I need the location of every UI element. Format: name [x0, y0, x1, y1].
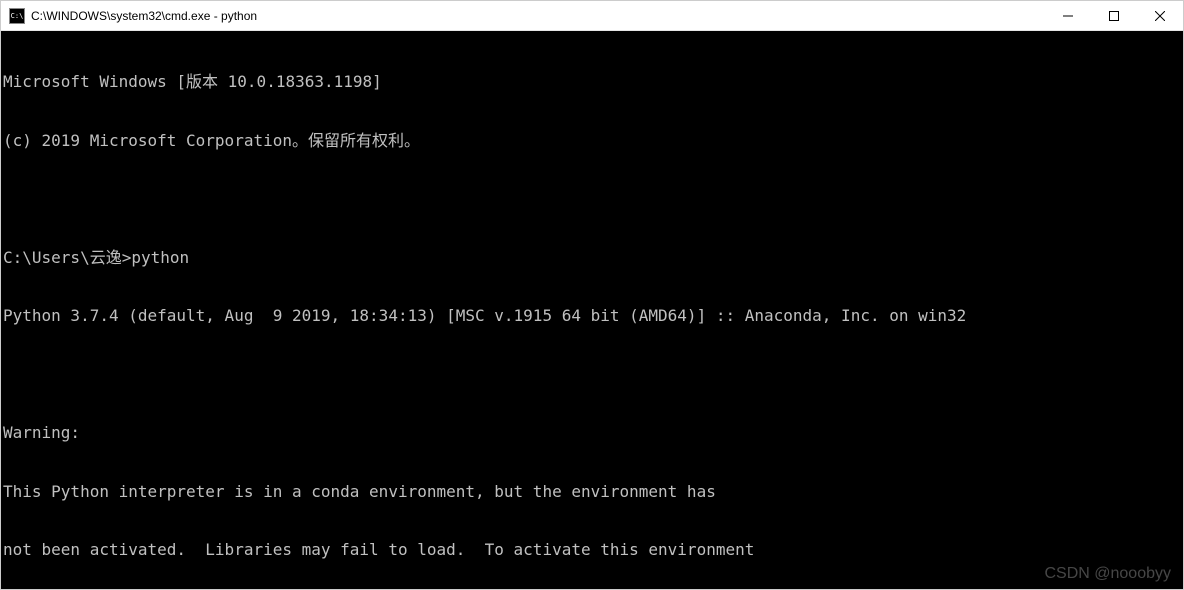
cmd-icon: C:\	[9, 8, 25, 24]
minimize-icon	[1063, 11, 1073, 21]
terminal-line: Python 3.7.4 (default, Aug 9 2019, 18:34…	[3, 306, 1183, 326]
terminal-area[interactable]: Microsoft Windows [版本 10.0.18363.1198] (…	[1, 31, 1183, 589]
terminal-line: (c) 2019 Microsoft Corporation。保留所有权利。	[3, 131, 1183, 151]
terminal-line: This Python interpreter is in a conda en…	[3, 482, 1183, 502]
maximize-button[interactable]	[1091, 1, 1137, 30]
minimize-button[interactable]	[1045, 1, 1091, 30]
titlebar: C:\ C:\WINDOWS\system32\cmd.exe - python	[1, 1, 1183, 31]
terminal-line: not been activated. Libraries may fail t…	[3, 540, 1183, 560]
maximize-icon	[1109, 11, 1119, 21]
window-controls	[1045, 1, 1183, 30]
window-title: C:\WINDOWS\system32\cmd.exe - python	[31, 9, 1045, 23]
terminal-line	[3, 189, 1183, 209]
terminal-line: C:\Users\云逸>python	[3, 248, 1183, 268]
terminal-line: Warning:	[3, 423, 1183, 443]
watermark: CSDN @nooobyy	[1044, 564, 1171, 584]
close-icon	[1155, 11, 1165, 21]
close-button[interactable]	[1137, 1, 1183, 30]
window: C:\ C:\WINDOWS\system32\cmd.exe - python…	[0, 0, 1184, 590]
terminal-line: Microsoft Windows [版本 10.0.18363.1198]	[3, 72, 1183, 92]
terminal-line	[3, 365, 1183, 385]
